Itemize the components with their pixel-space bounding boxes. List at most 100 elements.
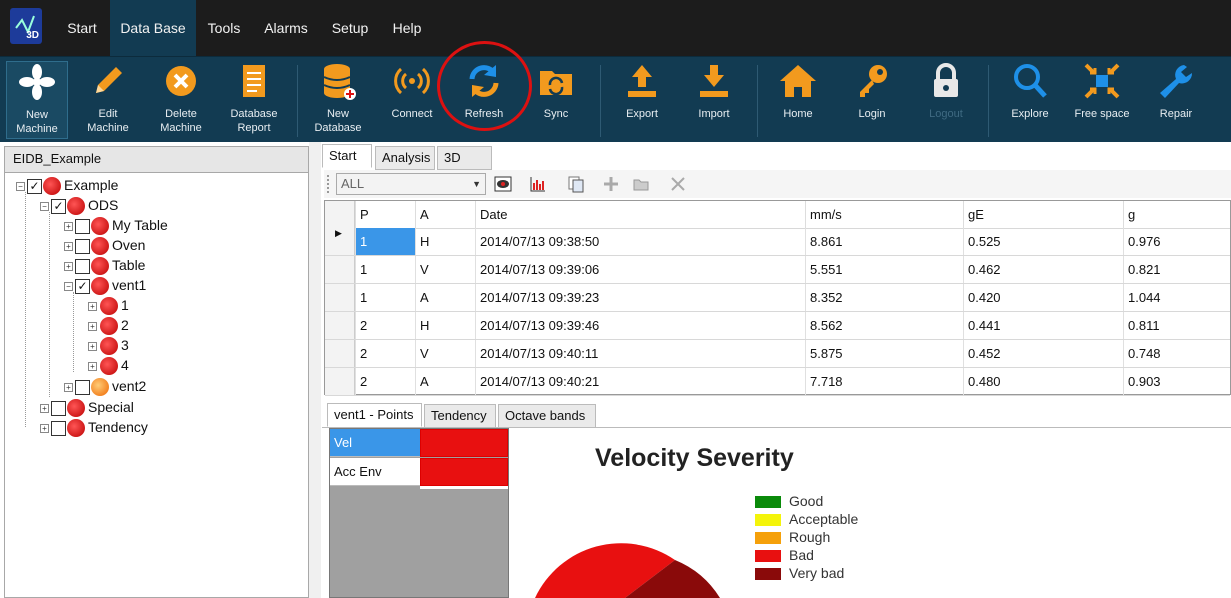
checkbox[interactable] (51, 420, 66, 436)
table-row[interactable]: 1 V 2014/07/13 09:39:06 5.551 0.462 0.821 (325, 256, 1230, 284)
col-header-g[interactable]: g (1123, 201, 1230, 228)
col-header-a[interactable]: A (415, 201, 475, 228)
panel-splitter[interactable] (309, 142, 321, 598)
tree-node-vent1[interactable]: − ✓ vent1 (64, 275, 146, 296)
table-cell[interactable]: 2 (355, 368, 415, 395)
table-cell[interactable]: 0.525 (963, 228, 1123, 255)
sync-button[interactable]: Sync (526, 61, 586, 139)
expand-icon[interactable]: + (88, 361, 97, 371)
chart-icon[interactable] (529, 175, 547, 193)
table-cell[interactable]: 2014/07/13 09:39:06 (475, 256, 805, 283)
menu-tools[interactable]: Tools (198, 0, 250, 56)
repair-button[interactable]: Repair (1146, 61, 1206, 139)
expand-icon[interactable]: + (88, 301, 97, 311)
tab-octave-bands[interactable]: Octave bands (498, 404, 596, 428)
expand-icon[interactable]: + (64, 221, 73, 231)
folder-icon[interactable] (632, 175, 650, 193)
tree-node-point-4[interactable]: +4 (88, 355, 129, 376)
checkbox-checked[interactable]: ✓ (27, 178, 42, 194)
expand-icon[interactable]: + (88, 321, 97, 331)
row-header[interactable]: ▶ (325, 228, 355, 255)
table-cell[interactable]: 0.462 (963, 256, 1123, 283)
table-row[interactable]: 1 A 2014/07/13 09:39:23 8.352 0.420 1.044 (325, 284, 1230, 312)
expand-icon[interactable]: + (40, 403, 49, 413)
expand-icon[interactable]: + (64, 382, 73, 392)
filter-select[interactable]: ALL ▼ (336, 173, 486, 195)
logout-button[interactable]: Logout (916, 61, 976, 139)
menu-setup[interactable]: Setup (322, 0, 378, 56)
table-cell[interactable]: 1.044 (1123, 284, 1230, 311)
row-header[interactable] (325, 284, 355, 311)
tab-analysis[interactable]: Analysis (375, 146, 435, 170)
tab-vent1-points[interactable]: vent1 - Points (327, 403, 422, 427)
row-header[interactable] (325, 312, 355, 339)
menu-help[interactable]: Help (384, 0, 430, 56)
table-cell[interactable]: 7.718 (805, 368, 963, 395)
export-button[interactable]: Export (612, 61, 672, 139)
checkbox-checked[interactable]: ✓ (75, 278, 90, 294)
tree-node-point-1[interactable]: +1 (88, 295, 129, 316)
table-cell[interactable]: 0.441 (963, 312, 1123, 339)
new-database-button[interactable]: New Database (306, 61, 370, 139)
copy-icon[interactable] (567, 175, 585, 193)
tree-node-vent2[interactable]: + vent2 (64, 376, 146, 397)
row-header[interactable] (325, 340, 355, 367)
col-header-ge[interactable]: gE (963, 201, 1123, 228)
app-logo[interactable]: 3D (10, 8, 42, 44)
table-cell[interactable]: A (415, 284, 475, 311)
table-cell[interactable]: 2 (355, 340, 415, 367)
table-cell[interactable]: 2014/07/13 09:39:46 (475, 312, 805, 339)
table-cell[interactable]: 0.903 (1123, 368, 1230, 395)
table-cell[interactable]: 0.452 (963, 340, 1123, 367)
table-cell[interactable]: 2014/07/13 09:40:11 (475, 340, 805, 367)
checkbox[interactable] (75, 379, 90, 395)
table-row[interactable]: ▶ 1 H 2014/07/13 09:38:50 8.861 0.525 0.976 (325, 228, 1230, 256)
table-cell[interactable]: 1 (355, 228, 415, 255)
login-button[interactable]: Login (842, 61, 902, 139)
free-space-button[interactable]: Free space (1070, 61, 1134, 139)
table-cell[interactable]: 5.875 (805, 340, 963, 367)
table-cell[interactable]: 5.551 (805, 256, 963, 283)
table-cell[interactable]: 0.976 (1123, 228, 1230, 255)
row-header[interactable] (325, 256, 355, 283)
expand-icon[interactable]: + (40, 423, 49, 433)
table-cell[interactable]: 1 (355, 256, 415, 283)
row-header[interactable] (325, 368, 355, 395)
checkbox[interactable] (75, 258, 90, 274)
tree-node-special[interactable]: + Special (40, 397, 134, 418)
add-icon[interactable] (602, 175, 620, 193)
tab-3d-sim[interactable]: 3D Sim (437, 146, 492, 187)
menu-alarms[interactable]: Alarms (256, 0, 316, 56)
close-icon[interactable] (669, 175, 687, 193)
tree-node-example[interactable]: − ✓ Example (16, 175, 118, 196)
eye-icon[interactable] (494, 175, 512, 193)
table-cell[interactable]: 0.748 (1123, 340, 1230, 367)
table-row[interactable]: 2 H 2014/07/13 09:39:46 8.562 0.441 0.811 (325, 312, 1230, 340)
tree-node-oven[interactable]: + Oven (64, 235, 145, 256)
import-button[interactable]: Import (684, 61, 744, 139)
table-cell[interactable]: 2014/07/13 09:40:21 (475, 368, 805, 395)
tree-node-point-3[interactable]: +3 (88, 335, 129, 356)
checkbox-checked[interactable]: ✓ (51, 198, 66, 214)
table-cell[interactable]: 0.480 (963, 368, 1123, 395)
collapse-icon[interactable]: − (16, 181, 25, 191)
checkbox[interactable] (75, 238, 90, 254)
expand-icon[interactable]: + (88, 341, 97, 351)
table-cell[interactable]: 2014/07/13 09:39:23 (475, 284, 805, 311)
expand-icon[interactable]: + (64, 261, 73, 271)
tab-start[interactable]: Start (322, 144, 372, 168)
explore-button[interactable]: Explore (1000, 61, 1060, 139)
col-header-p[interactable]: P (355, 201, 415, 228)
collapse-icon[interactable]: − (64, 281, 73, 291)
connect-button[interactable]: Connect (382, 61, 442, 139)
table-cell[interactable]: 8.352 (805, 284, 963, 311)
table-cell[interactable]: 1 (355, 284, 415, 311)
tree-node-my-table[interactable]: + My Table (64, 215, 168, 236)
table-cell[interactable]: V (415, 340, 475, 367)
table-cell[interactable]: 2014/07/13 09:38:50 (475, 228, 805, 255)
tree-node-tendency[interactable]: + Tendency (40, 417, 148, 438)
table-cell[interactable]: A (415, 368, 475, 395)
menu-database[interactable]: Data Base (110, 0, 196, 56)
expand-icon[interactable]: + (64, 241, 73, 251)
menu-start[interactable]: Start (56, 0, 108, 56)
